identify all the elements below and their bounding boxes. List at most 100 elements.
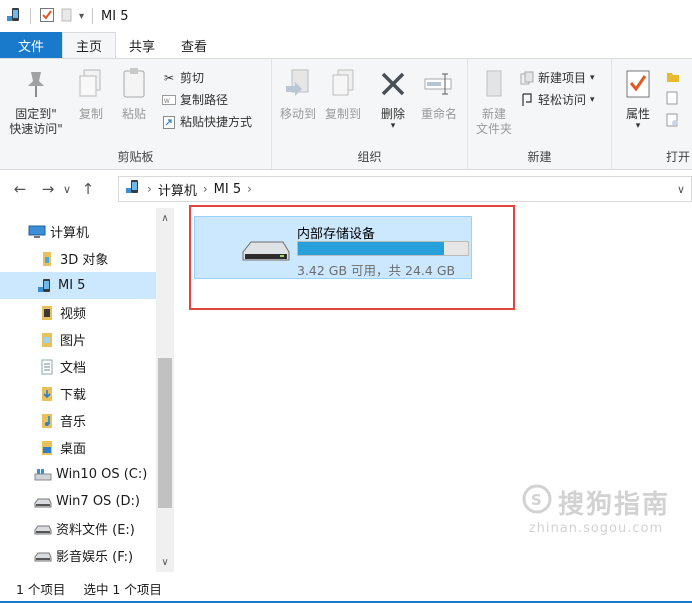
title-bar: ▾ MI 5 xyxy=(0,0,692,32)
downloads-icon xyxy=(38,386,56,402)
cut-label: 剪切 xyxy=(180,71,205,85)
scroll-up-chevron-icon[interactable]: ∧ xyxy=(156,210,174,226)
phone-icon xyxy=(36,278,54,294)
paste-shortcut-button[interactable]: 粘贴快捷方式 xyxy=(162,113,252,130)
breadcrumb-chevron-icon[interactable]: › xyxy=(147,182,152,196)
new-folder-label-line2: 文件夹 xyxy=(475,122,512,136)
sidebar-item-videos[interactable]: 视频 xyxy=(0,299,156,326)
sidebar-scrollbar[interactable]: ∧ ∨ xyxy=(156,208,174,572)
open-group-label: 打开 xyxy=(666,150,691,164)
copy-path-icon: W xyxy=(162,93,176,107)
copy-path-button[interactable]: W 复制路径 xyxy=(162,91,228,108)
forward-arrow-icon[interactable]: → xyxy=(36,177,60,201)
customize-dropdown-icon[interactable]: ▾ xyxy=(79,11,84,22)
organize-group: 移动到 复制到 删除 ▾ 重命名 组织 xyxy=(272,59,468,169)
copy-to-button[interactable]: 复制到 xyxy=(322,67,364,122)
pin-to-quick-access-button[interactable]: 固定到" 快速访问" xyxy=(6,67,66,137)
watermark-main: S 搜狗指南 xyxy=(522,484,670,521)
sidebar-item-label: 3D 对象 xyxy=(60,253,109,268)
new-folder-button[interactable]: 新建 文件夹 xyxy=(472,67,516,137)
properties-checkbox-icon[interactable] xyxy=(39,7,55,26)
open-group: 属性 ▾ 打开 xyxy=(612,59,692,169)
sidebar-item-documents[interactable]: 文档 xyxy=(0,353,156,380)
breadcrumb-chevron-icon[interactable]: › xyxy=(203,182,208,196)
tab-file[interactable]: 文件 xyxy=(0,32,63,58)
open-button[interactable] xyxy=(666,69,680,83)
copy-to-icon xyxy=(326,67,360,101)
sidebar-item-drive-f[interactable]: 影音娱乐 (F:) xyxy=(0,542,156,569)
open-icon xyxy=(666,69,680,83)
new-item-icon xyxy=(520,71,534,85)
sidebar-item-downloads[interactable]: 下载 xyxy=(0,380,156,407)
new-group-label: 新建 xyxy=(527,150,552,164)
back-arrow-icon[interactable]: ← xyxy=(8,177,32,201)
drive-icon xyxy=(34,494,52,510)
scroll-down-chevron-icon[interactable]: ∨ xyxy=(156,554,174,570)
easy-access-label: 轻松访问 xyxy=(538,93,587,107)
properties-label: 属性 xyxy=(625,107,650,121)
edit-button[interactable] xyxy=(666,91,680,105)
breadcrumb-chevron-icon[interactable]: › xyxy=(247,182,252,196)
sidebar-item-mi5[interactable]: MI 5 xyxy=(0,272,156,299)
cut-button[interactable]: ✂ 剪切 xyxy=(162,69,204,86)
copy-button[interactable]: 复制 xyxy=(72,67,110,122)
scroll-thumb[interactable] xyxy=(158,358,172,508)
paste-button[interactable]: 粘贴 xyxy=(114,67,154,122)
properties-icon xyxy=(621,67,655,101)
pin-label-line2: 快速访问" xyxy=(9,122,63,136)
sidebar-item-label: 影音娱乐 (F:) xyxy=(56,550,134,565)
sidebar-item-computer[interactable]: 计算机 xyxy=(0,218,156,245)
tab-view[interactable]: 查看 xyxy=(168,32,220,58)
sidebar-item-label: 视频 xyxy=(60,307,87,322)
easy-access-button[interactable]: 轻松访问 ▾ xyxy=(520,91,595,108)
sidebar-item-desktop[interactable]: 桌面 xyxy=(0,434,156,461)
tab-home[interactable]: 主页 xyxy=(62,32,117,58)
tab-share[interactable]: 共享 xyxy=(116,32,168,58)
breadcrumb-computer[interactable]: 计算机 xyxy=(158,180,197,199)
properties-button[interactable]: 属性 ▾ xyxy=(618,67,658,131)
copy-label: 复制 xyxy=(78,107,103,121)
new-group: 新建 文件夹 新建项目 ▾ 轻松访问 ▾ 新建 xyxy=(468,59,612,169)
address-bar[interactable]: › 计算机 › MI 5 › ∨ xyxy=(118,176,692,202)
sidebar-item-music[interactable]: 音乐 xyxy=(0,407,156,434)
clipboard-group-label: 剪贴板 xyxy=(117,150,154,164)
move-to-button[interactable]: 移动到 xyxy=(278,67,318,122)
properties-dropdown-icon[interactable]: ▾ xyxy=(636,122,641,131)
easy-access-dropdown-icon: ▾ xyxy=(590,94,595,105)
recent-locations-chevron-icon[interactable]: ∨ xyxy=(60,177,74,201)
sidebar-item-drive-e[interactable]: 资料文件 (E:) xyxy=(0,515,156,542)
history-icon xyxy=(666,113,680,127)
up-arrow-icon[interactable]: ↑ xyxy=(76,177,100,201)
move-to-label: 移动到 xyxy=(279,107,316,121)
easy-access-icon xyxy=(520,92,534,107)
copy-icon xyxy=(74,67,108,101)
documents-icon xyxy=(38,359,56,375)
pin-icon xyxy=(19,67,53,101)
new-folder-icon xyxy=(477,67,511,101)
new-folder-icon[interactable] xyxy=(59,7,75,26)
sidebar-item-label: 资料文件 (E:) xyxy=(56,523,135,538)
separator xyxy=(92,8,94,24)
sidebar-item-pictures[interactable]: 图片 xyxy=(0,326,156,353)
address-dropdown-icon[interactable]: ∨ xyxy=(677,183,685,196)
new-item-button[interactable]: 新建项目 ▾ xyxy=(520,69,595,86)
watermark: S 搜狗指南 zhinan.sogou.com xyxy=(522,484,670,536)
navigation-bar: ← → ∨ ↑ › 计算机 › MI 5 › ∨ xyxy=(0,172,692,206)
selected-count: 选中 1 个项目 xyxy=(83,582,162,597)
drive-icon xyxy=(34,521,52,537)
desktop-icon xyxy=(38,440,56,456)
phone-icon xyxy=(6,7,22,26)
sidebar-item-drive-c[interactable]: Win10 OS (C:) xyxy=(0,461,156,488)
pin-label-line1: 固定到" xyxy=(15,107,57,121)
sidebar-item-drive-d[interactable]: Win7 OS (D:) xyxy=(0,488,156,515)
rename-button[interactable]: 重命名 xyxy=(416,67,462,122)
rename-label: 重命名 xyxy=(420,107,457,121)
breadcrumb-mi5[interactable]: MI 5 xyxy=(214,182,241,197)
windows-drive-icon xyxy=(34,467,52,483)
delete-button[interactable]: 删除 ▾ xyxy=(376,67,410,131)
history-button[interactable] xyxy=(666,113,680,127)
copy-path-label: 复制路径 xyxy=(180,93,229,107)
sidebar-item-label: 桌面 xyxy=(60,442,87,457)
delete-dropdown-icon[interactable]: ▾ xyxy=(391,122,396,131)
sidebar-item-3d-objects[interactable]: 3D 对象 xyxy=(0,245,156,272)
